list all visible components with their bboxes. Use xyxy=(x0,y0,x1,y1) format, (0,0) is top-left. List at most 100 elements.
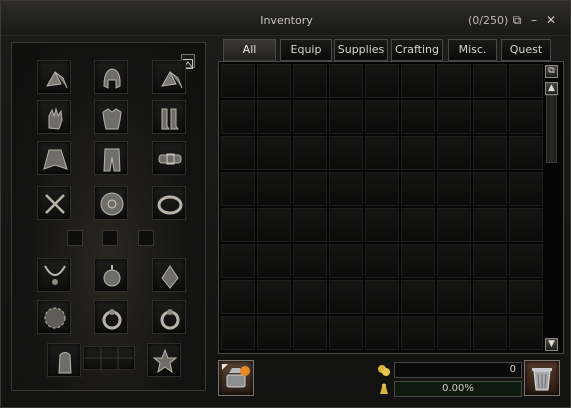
inventory-cell[interactable] xyxy=(221,136,255,170)
inventory-cell[interactable] xyxy=(221,100,255,134)
inventory-cell[interactable] xyxy=(401,280,435,314)
inventory-cell[interactable] xyxy=(437,244,471,278)
inventory-scrollbar[interactable]: ⧉ ▲ ▼ xyxy=(545,65,560,351)
inventory-cell[interactable] xyxy=(401,172,435,206)
inventory-cell[interactable] xyxy=(257,136,291,170)
mini-slot-2[interactable] xyxy=(102,230,118,246)
minimize-icon[interactable]: – xyxy=(528,14,540,26)
tab-crafting[interactable]: Crafting xyxy=(391,39,443,61)
inventory-cell[interactable] xyxy=(365,64,399,98)
inventory-cell[interactable] xyxy=(329,244,363,278)
scroll-thumb[interactable] xyxy=(546,95,557,163)
gloves-slot[interactable] xyxy=(37,100,71,134)
inventory-cell[interactable] xyxy=(257,172,291,206)
inventory-cell[interactable] xyxy=(365,280,399,314)
inventory-cell[interactable] xyxy=(365,136,399,170)
inventory-cell[interactable] xyxy=(473,208,507,242)
inventory-cell[interactable] xyxy=(293,244,327,278)
title-bar[interactable]: Inventory (0/250) ⧉ – ✕ xyxy=(1,1,570,36)
inventory-cell[interactable] xyxy=(473,100,507,134)
armor-slot[interactable] xyxy=(94,100,128,134)
inventory-cell[interactable] xyxy=(221,280,255,314)
inventory-cell[interactable] xyxy=(257,208,291,242)
scroll-down-icon[interactable]: ▼ xyxy=(545,338,558,351)
inventory-cell[interactable] xyxy=(329,64,363,98)
boots-slot[interactable] xyxy=(152,100,186,134)
inventory-cell[interactable] xyxy=(509,136,543,170)
trash-button[interactable] xyxy=(524,360,560,396)
inventory-cell[interactable] xyxy=(329,136,363,170)
inventory-cell[interactable] xyxy=(293,172,327,206)
mini-slot-3[interactable] xyxy=(138,230,154,246)
inventory-cell[interactable] xyxy=(329,172,363,206)
inventory-cell[interactable] xyxy=(437,100,471,134)
inventory-cell[interactable] xyxy=(473,280,507,314)
inventory-cell[interactable] xyxy=(329,100,363,134)
inventory-cell[interactable] xyxy=(221,64,255,98)
inventory-cell[interactable] xyxy=(293,280,327,314)
tab-misc[interactable]: Misc. xyxy=(448,39,497,61)
shield-slot[interactable] xyxy=(94,186,128,220)
inventory-cell[interactable] xyxy=(509,316,543,350)
helmet-slot[interactable] xyxy=(94,60,128,94)
thimble-slot[interactable] xyxy=(47,343,81,377)
inventory-cell[interactable] xyxy=(365,208,399,242)
tab-quest[interactable]: Quest xyxy=(501,39,551,61)
inventory-cell[interactable] xyxy=(365,244,399,278)
inventory-cell[interactable] xyxy=(473,136,507,170)
earring-left-slot[interactable] xyxy=(37,60,71,94)
brooch-slot[interactable] xyxy=(37,300,71,334)
mini-slot-1[interactable] xyxy=(67,230,83,246)
inventory-cell[interactable] xyxy=(221,172,255,206)
belt-slot[interactable] xyxy=(152,141,186,175)
inventory-cell[interactable] xyxy=(221,244,255,278)
inventory-cell[interactable] xyxy=(257,316,291,350)
inventory-cell[interactable] xyxy=(509,208,543,242)
inventory-cell[interactable] xyxy=(437,136,471,170)
inventory-cell[interactable] xyxy=(437,64,471,98)
inventory-cell[interactable] xyxy=(401,208,435,242)
inventory-cell[interactable] xyxy=(509,280,543,314)
close-icon[interactable]: ✕ xyxy=(545,14,557,26)
inventory-cell[interactable] xyxy=(473,244,507,278)
inventory-cell[interactable] xyxy=(473,172,507,206)
bracelet-slot[interactable] xyxy=(152,186,186,220)
inventory-cell[interactable] xyxy=(257,280,291,314)
charm-slot[interactable] xyxy=(147,343,181,377)
inventory-cell[interactable] xyxy=(365,100,399,134)
tab-supplies[interactable]: Supplies xyxy=(334,39,388,61)
inventory-cell[interactable] xyxy=(293,316,327,350)
inventory-cell[interactable] xyxy=(509,64,543,98)
inventory-cell[interactable] xyxy=(257,100,291,134)
inventory-cell[interactable] xyxy=(329,280,363,314)
inventory-cell[interactable] xyxy=(401,64,435,98)
weapon-slot[interactable] xyxy=(37,186,71,220)
inventory-cell[interactable] xyxy=(329,316,363,350)
inventory-cell[interactable] xyxy=(365,172,399,206)
ring-left-slot[interactable] xyxy=(94,300,128,334)
inventory-cell[interactable] xyxy=(221,208,255,242)
inventory-cell[interactable] xyxy=(509,172,543,206)
inventory-cell[interactable] xyxy=(293,136,327,170)
inventory-cell[interactable] xyxy=(473,316,507,350)
inventory-cell[interactable] xyxy=(329,208,363,242)
inventory-cell[interactable] xyxy=(401,100,435,134)
tab-all[interactable]: All xyxy=(223,39,276,61)
inventory-cell[interactable] xyxy=(365,316,399,350)
inventory-cell[interactable] xyxy=(257,244,291,278)
necklace-slot[interactable] xyxy=(37,258,71,292)
inventory-cell[interactable] xyxy=(437,208,471,242)
cloak-slot[interactable] xyxy=(37,141,71,175)
inventory-cell[interactable] xyxy=(437,280,471,314)
inventory-cell[interactable] xyxy=(401,244,435,278)
tab-equip[interactable]: Equip xyxy=(280,39,332,61)
scroll-up-icon[interactable]: ▲ xyxy=(545,82,558,95)
inventory-cell[interactable] xyxy=(437,172,471,206)
inventory-cell[interactable] xyxy=(221,316,255,350)
bag-slot[interactable] xyxy=(83,346,135,370)
inventory-cell[interactable] xyxy=(509,100,543,134)
inventory-cell[interactable] xyxy=(257,64,291,98)
inventory-cell[interactable] xyxy=(293,100,327,134)
dismantle-button[interactable] xyxy=(218,360,254,396)
pants-slot[interactable] xyxy=(94,141,128,175)
